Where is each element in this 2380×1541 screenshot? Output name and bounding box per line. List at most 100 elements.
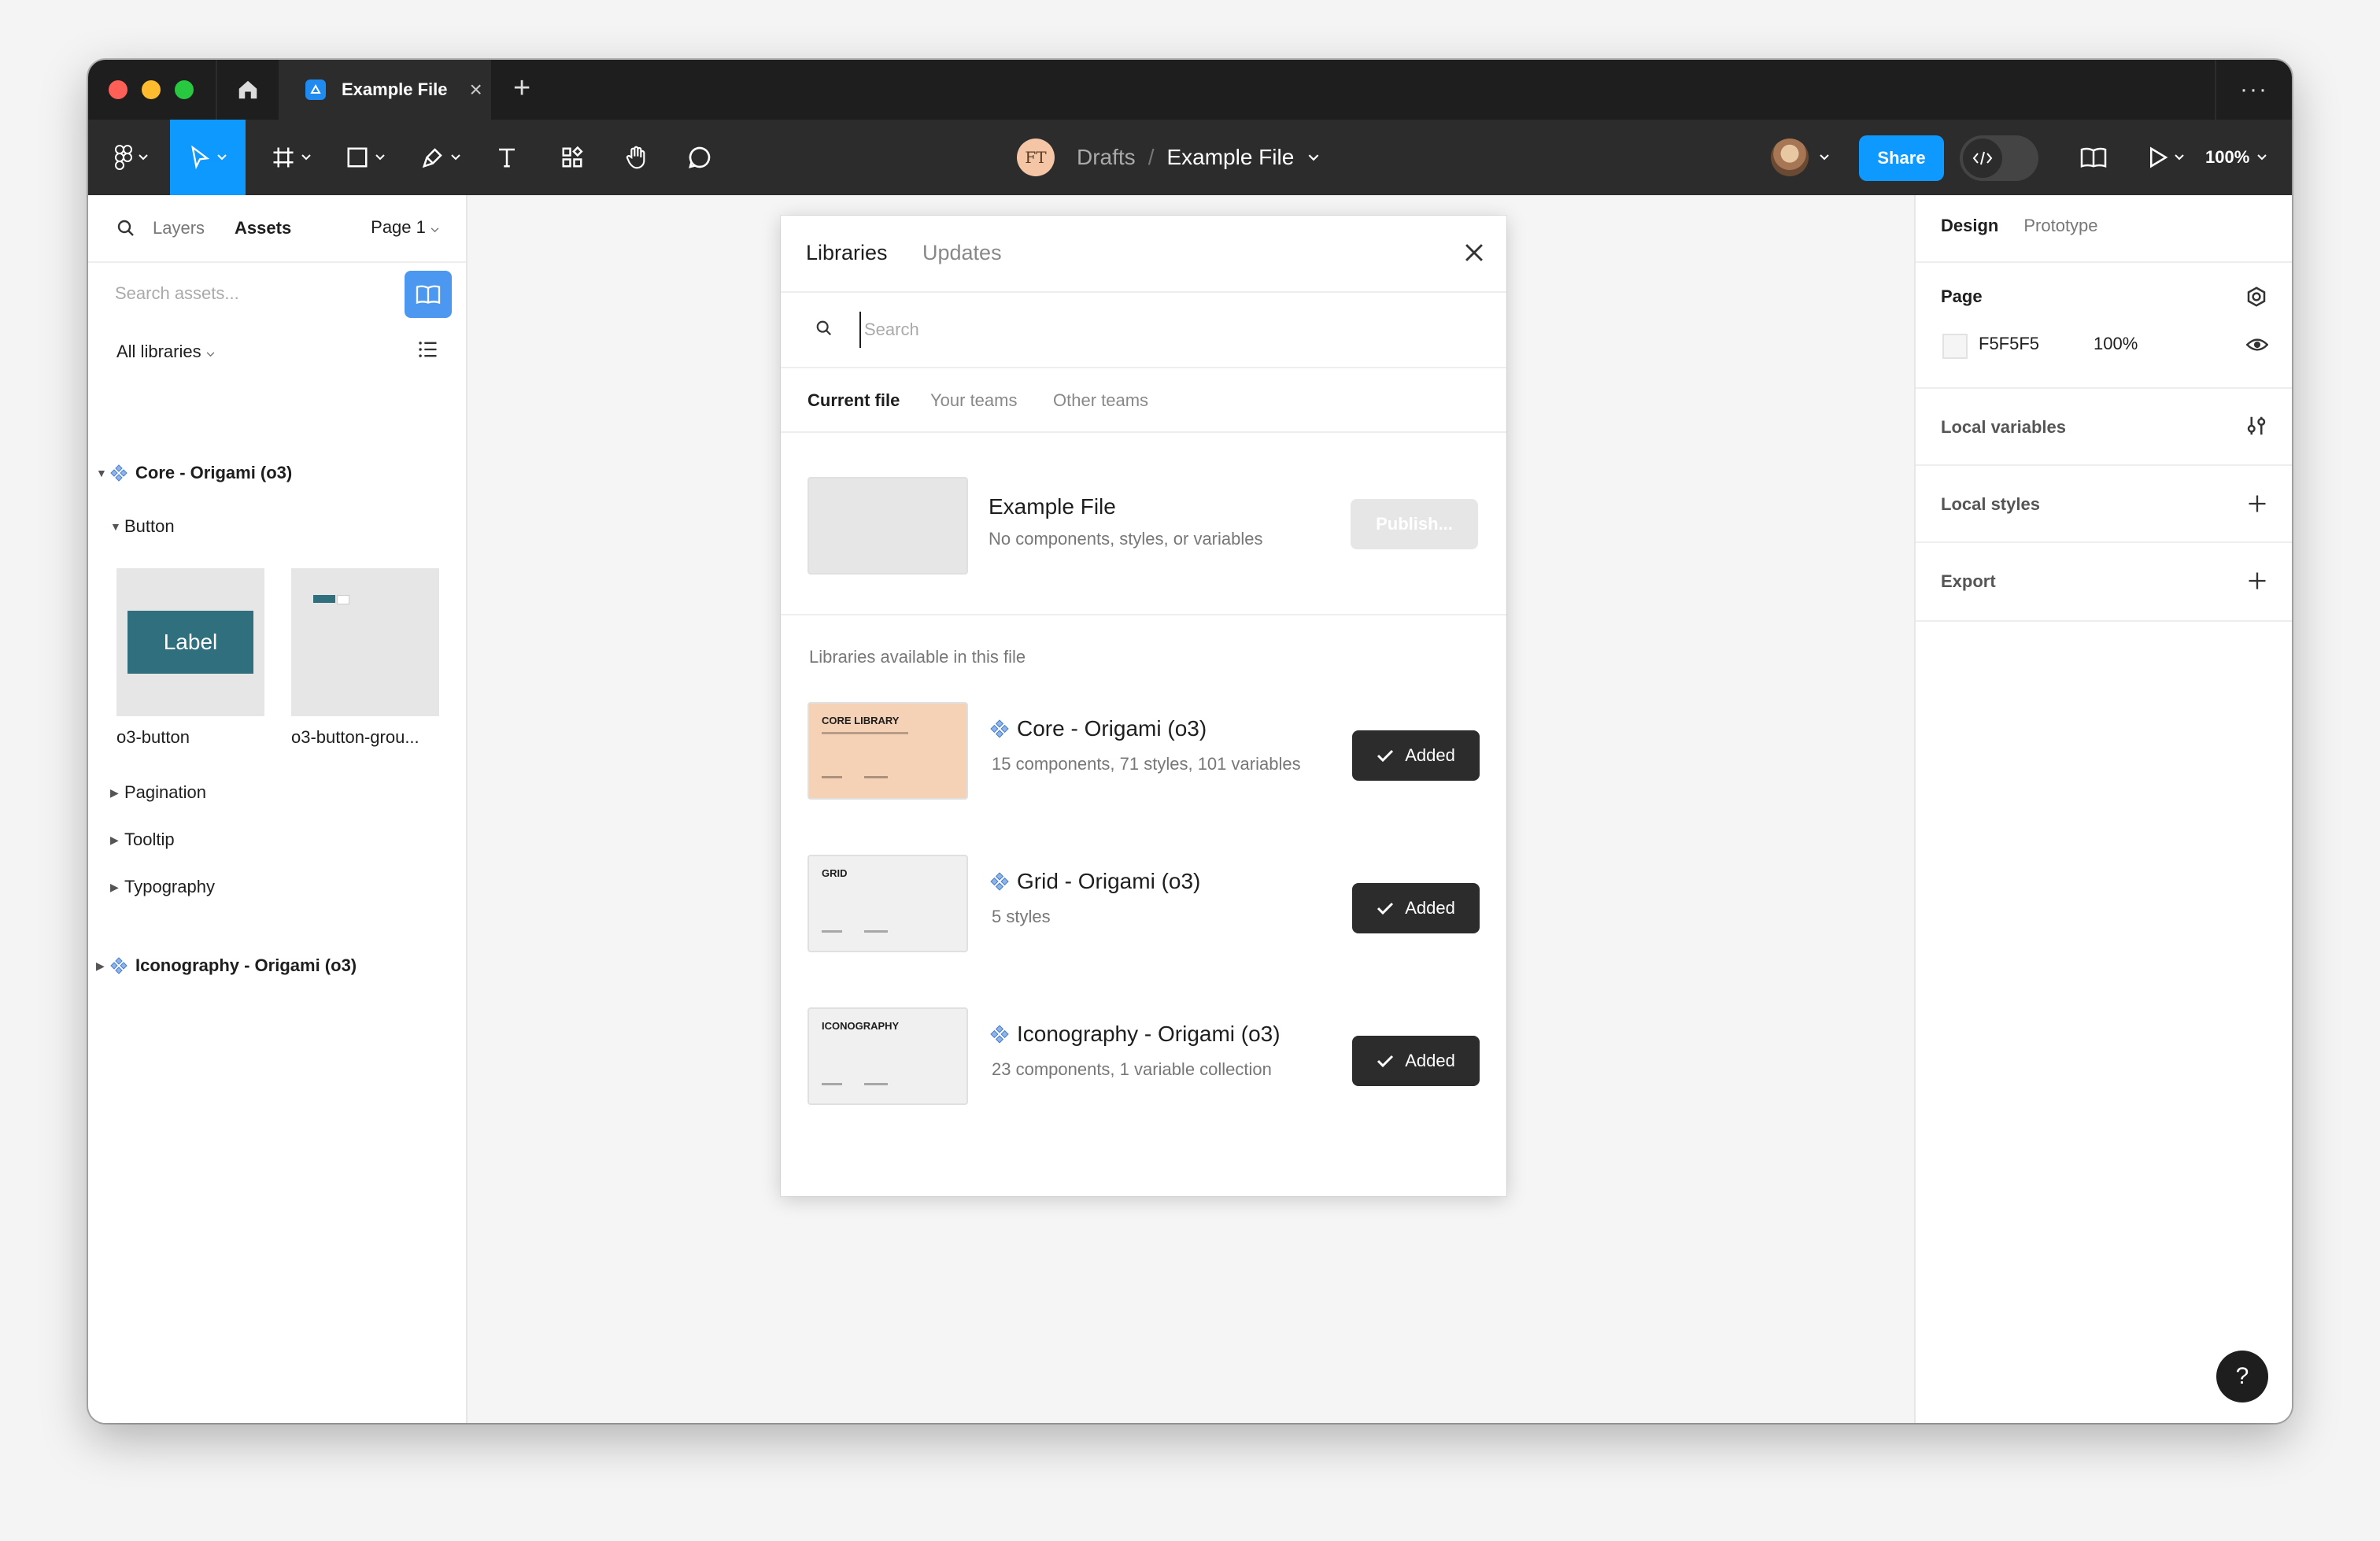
library-thumbnail-grid[interactable]: GRID (808, 855, 968, 952)
main-menu-button[interactable] (104, 120, 159, 195)
local-variables-title[interactable]: Local variables (1941, 417, 2066, 438)
filter-other-teams[interactable]: Other teams (1053, 390, 1148, 411)
expand-triangle-icon[interactable]: ▶ (96, 959, 110, 973)
component-icon (990, 719, 1009, 738)
zoom-dropdown[interactable]: 100% (2205, 120, 2267, 195)
eye-icon[interactable] (2246, 335, 2268, 354)
plus-icon[interactable] (2246, 493, 2268, 515)
asset-group-typography-label: Typography (124, 877, 215, 896)
frame-tool-button[interactable] (260, 120, 323, 195)
filter-your-teams[interactable]: Your teams (930, 390, 1017, 411)
library-search-input[interactable] (859, 312, 1480, 348)
tab-layers[interactable]: Layers (153, 218, 205, 238)
added-button-grid[interactable]: Added (1352, 883, 1480, 933)
local-styles-title[interactable]: Local styles (1941, 494, 2040, 515)
added-button-core[interactable]: Added (1352, 730, 1480, 781)
team-library-button[interactable] (405, 271, 452, 318)
thumbnail-decoration (864, 930, 888, 933)
check-icon (1377, 1055, 1394, 1068)
page-color-opacity[interactable]: 100% (2094, 334, 2138, 354)
more-menu-button[interactable]: ··· (2215, 60, 2292, 120)
tab-libraries[interactable]: Libraries (806, 241, 888, 265)
library-iconography-name: Iconography - Origami (o3) (135, 955, 357, 975)
collapse-triangle-icon[interactable]: ▼ (110, 520, 124, 533)
text-tool-button[interactable] (483, 120, 530, 195)
list-icon[interactable] (417, 338, 439, 360)
page-section (1916, 261, 2292, 389)
asset-group-button[interactable]: ▼ Button (110, 516, 175, 537)
code-icon (1963, 139, 2002, 178)
page-selector[interactable]: Page 1 (371, 217, 439, 238)
library-button[interactable] (2067, 120, 2120, 195)
breadcrumb-file-name[interactable]: Example File (1166, 145, 1294, 170)
breadcrumb-drafts-link[interactable]: Drafts (1077, 145, 1136, 170)
asset-thumb-o3-button[interactable]: Label (116, 568, 264, 716)
asset-group-typography[interactable]: ▶ Typography (110, 877, 215, 897)
variables-icon[interactable] (2245, 414, 2268, 438)
assets-search-input[interactable]: Search assets... (115, 283, 239, 304)
book-icon (2080, 147, 2107, 168)
asset-thumb-o3-button-group[interactable] (291, 568, 439, 716)
page-color-swatch[interactable] (1942, 334, 1968, 359)
comment-tool-button[interactable] (674, 120, 726, 195)
file-tab[interactable]: Example File × (279, 60, 491, 120)
library-iconography-row[interactable]: ▶ Iconography - Origami (o3) (96, 955, 357, 976)
chevron-down-icon[interactable] (1308, 153, 1319, 161)
added-button-iconography[interactable]: Added (1352, 1036, 1480, 1086)
expand-triangle-icon[interactable]: ▶ (110, 881, 124, 894)
collapse-triangle-icon[interactable]: ▼ (96, 467, 110, 479)
libraries-filter-dropdown[interactable]: All libraries (116, 342, 215, 362)
dev-mode-toggle[interactable] (1960, 135, 2038, 181)
filter-current-file[interactable]: Current file (808, 390, 900, 411)
plus-icon[interactable] (2246, 570, 2268, 592)
close-icon[interactable] (1461, 239, 1488, 266)
tab-prototype[interactable]: Prototype (2023, 216, 2097, 236)
styles-icon[interactable] (2245, 285, 2268, 309)
library-row-core[interactable]: Core - Origami (o3) (990, 716, 1207, 741)
book-icon (416, 285, 441, 305)
tab-updates[interactable]: Updates (922, 241, 1002, 265)
library-row-iconography[interactable]: Iconography - Origami (o3) (990, 1022, 1281, 1047)
thumbnail-decoration (864, 1083, 888, 1085)
search-icon (816, 320, 832, 336)
export-title[interactable]: Export (1941, 571, 1996, 592)
team-avatar[interactable]: FT (1017, 139, 1055, 176)
multiplayer-avatar-menu[interactable] (1771, 139, 1829, 176)
publish-button[interactable]: Publish... (1351, 499, 1478, 549)
shape-tool-button[interactable] (334, 120, 397, 195)
asset-group-pagination[interactable]: ▶ Pagination (110, 782, 206, 803)
move-tool-button[interactable] (170, 120, 246, 195)
window-minimize-button[interactable] (142, 80, 161, 99)
figma-file-icon (305, 79, 326, 100)
present-button[interactable] (2134, 120, 2197, 195)
asset-group-tooltip[interactable]: ▶ Tooltip (110, 830, 175, 850)
search-icon[interactable] (116, 219, 135, 238)
library-thumbnail-iconography[interactable]: ICONOGRAPHY (808, 1007, 968, 1105)
play-icon (2150, 146, 2168, 168)
pen-tool-button[interactable] (409, 120, 472, 195)
hand-tool-button[interactable] (611, 120, 663, 195)
resources-tool-button[interactable] (546, 120, 598, 195)
new-tab-button[interactable]: + (513, 72, 530, 104)
component-icon (990, 872, 1009, 891)
tab-design[interactable]: Design (1941, 216, 1998, 236)
share-button[interactable]: Share (1859, 135, 1944, 181)
home-button[interactable] (216, 60, 280, 120)
library-thumbnail-core[interactable]: CORE LIBRARY (808, 702, 968, 800)
close-tab-icon[interactable]: × (470, 79, 482, 101)
pen-icon (422, 148, 442, 168)
library-core-row[interactable]: ▼ Core - Origami (o3) (96, 463, 292, 483)
tab-assets[interactable]: Assets (235, 218, 291, 238)
window-zoom-button[interactable] (175, 80, 194, 99)
help-button[interactable]: ? (2216, 1351, 2268, 1402)
library-row-grid[interactable]: Grid - Origami (o3) (990, 869, 1200, 894)
window-close-button[interactable] (109, 80, 128, 99)
expand-triangle-icon[interactable]: ▶ (110, 833, 124, 847)
expand-triangle-icon[interactable]: ▶ (110, 786, 124, 800)
library-thumbnail-title: ICONOGRAPHY (822, 1020, 900, 1032)
added-button-label: Added (1405, 898, 1455, 918)
library-name-grid: Grid - Origami (o3) (1017, 869, 1201, 893)
page-color-hex[interactable]: F5F5F5 (1979, 334, 2039, 354)
check-icon (1377, 902, 1394, 915)
home-icon (238, 80, 257, 99)
